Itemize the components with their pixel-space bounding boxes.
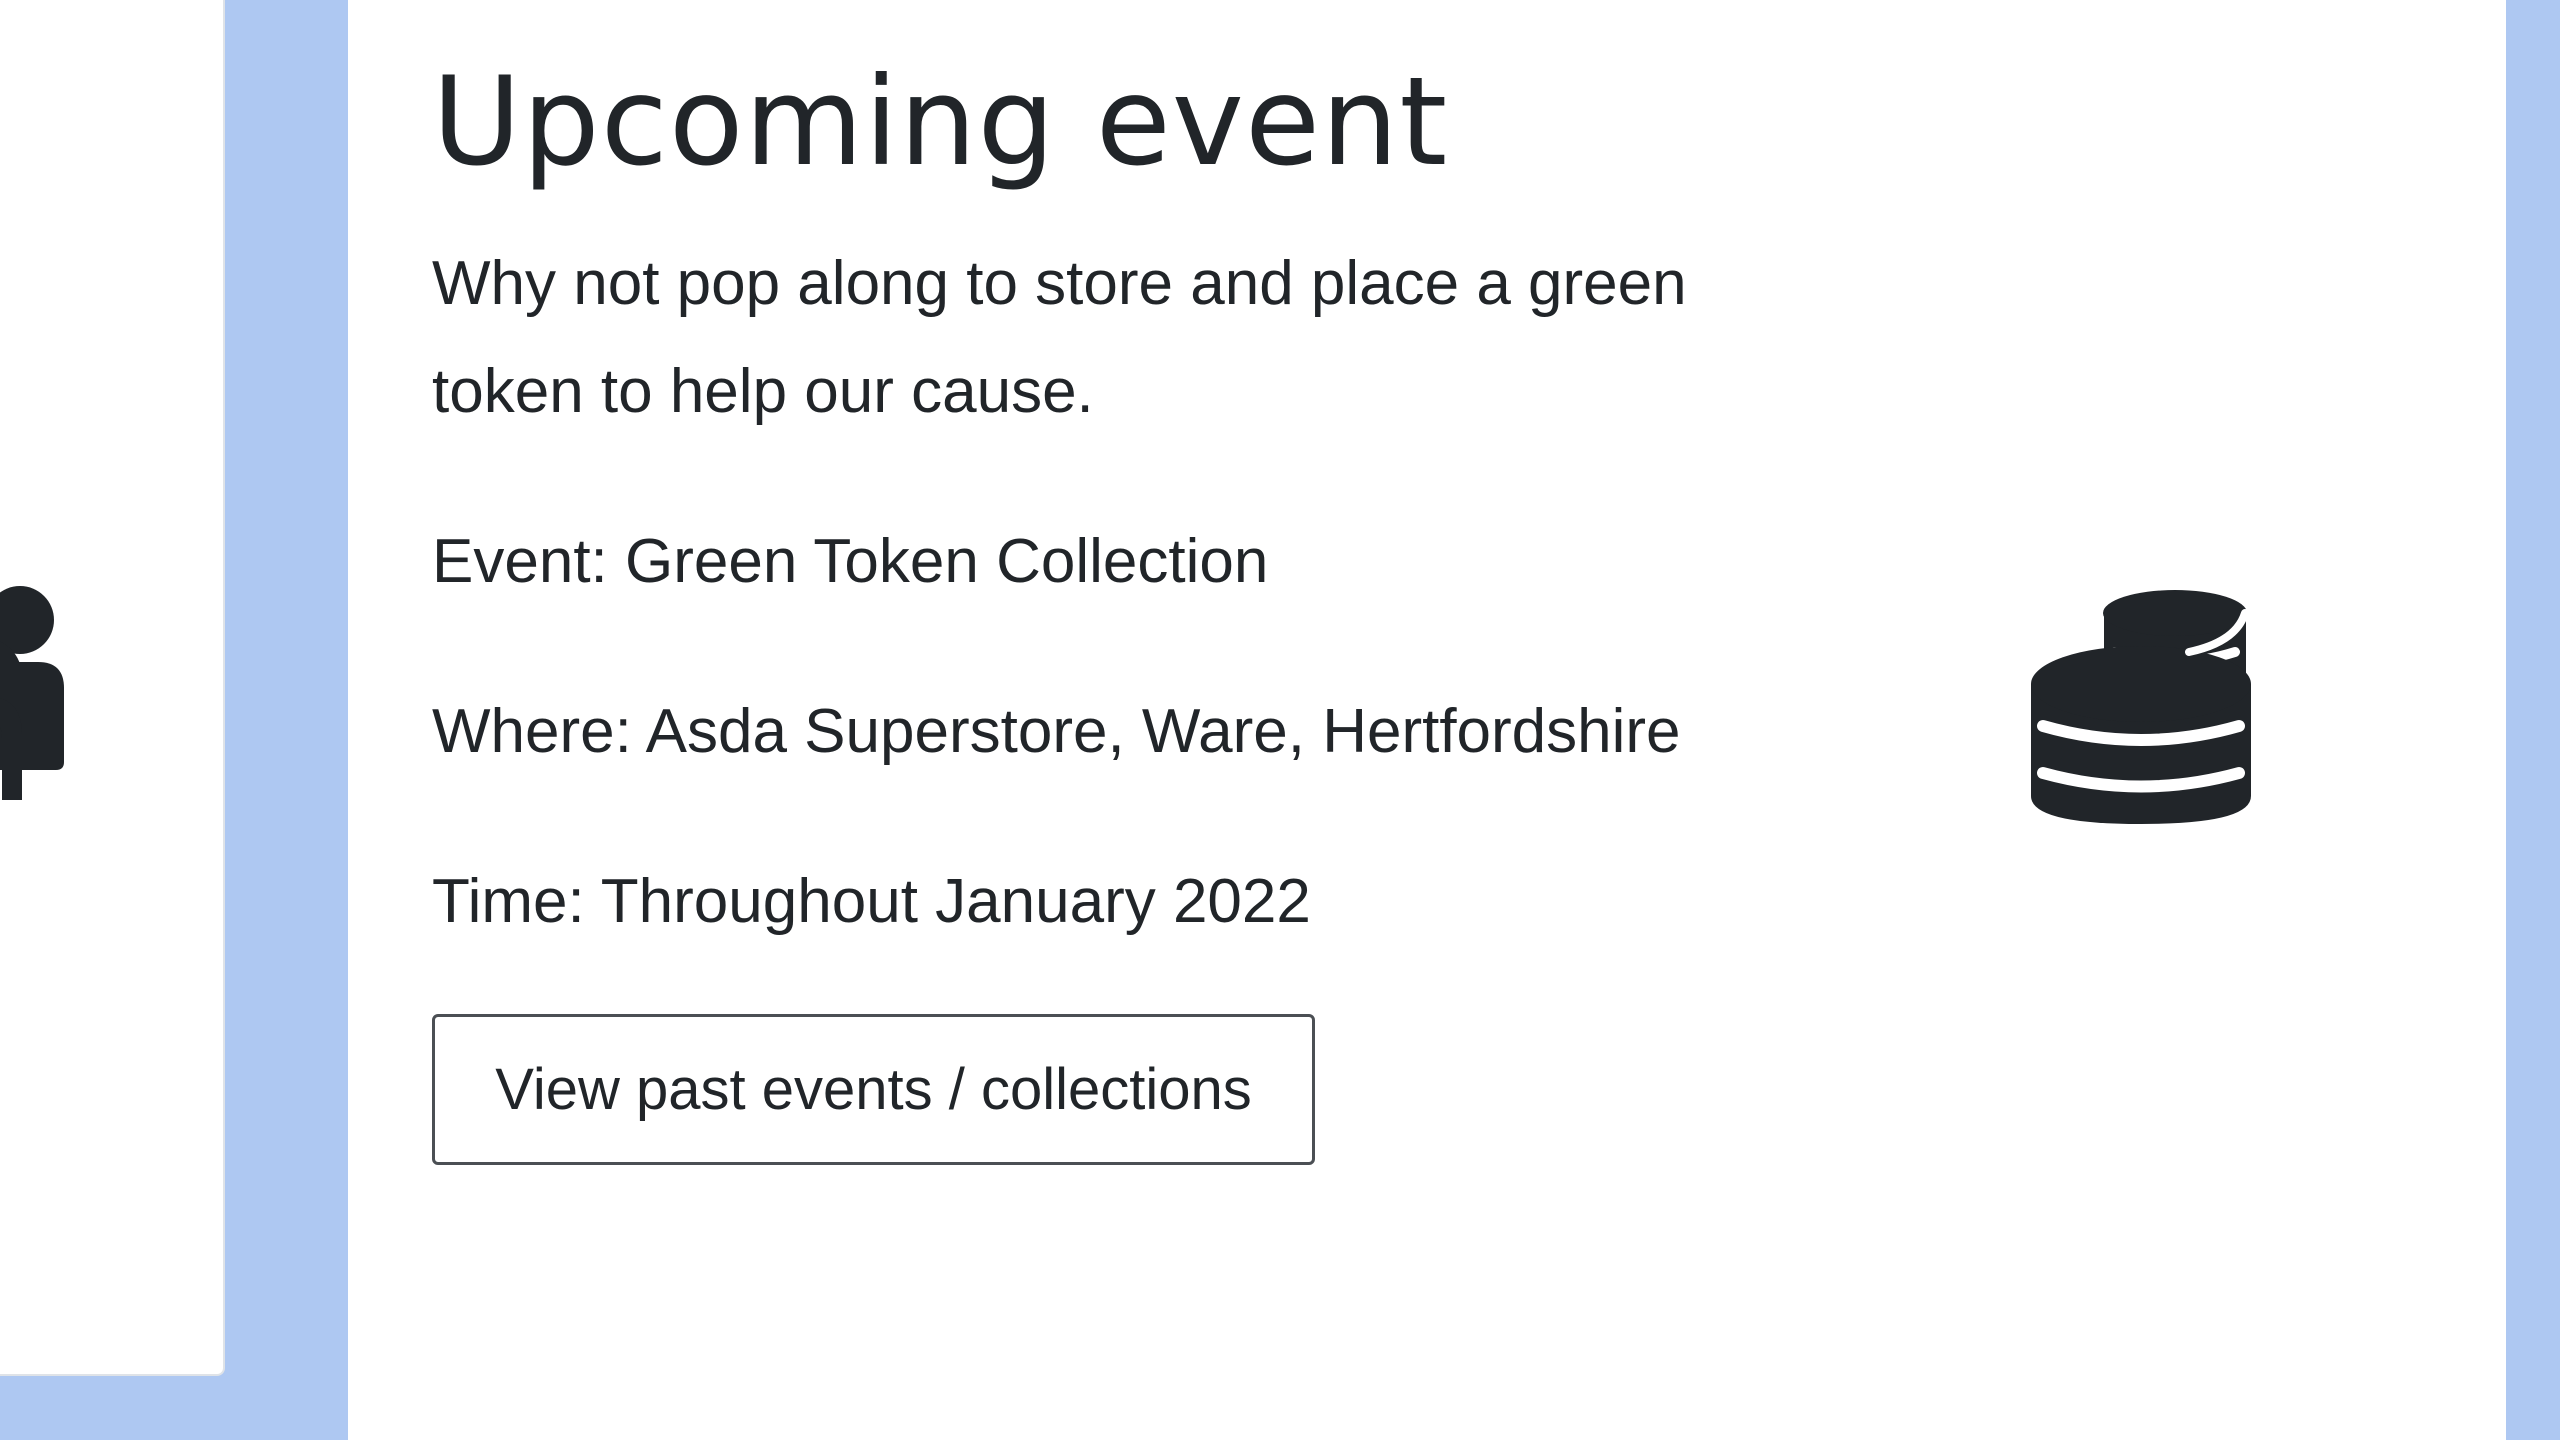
view-past-events-button[interactable]: View past events / collections bbox=[432, 1014, 1315, 1166]
left-card bbox=[0, 0, 225, 1376]
users-icon bbox=[0, 586, 64, 800]
coins-icon bbox=[2031, 590, 2251, 824]
event-location-text: Where: Asda Superstore, Ware, Hertfordsh… bbox=[432, 697, 1681, 767]
event-time-text: Time: Throughout January 2022 bbox=[432, 867, 1311, 937]
event-name-text: Event: Green Token Collection bbox=[432, 527, 1269, 597]
event-intro-text: Why not pop along to store and place a g… bbox=[432, 249, 1687, 427]
upcoming-event-card: Upcoming event Why not pop along to stor… bbox=[348, 0, 2506, 1440]
event-content: Upcoming event Why not pop along to stor… bbox=[432, 51, 1732, 1166]
page-title: Upcoming event bbox=[432, 51, 1449, 193]
